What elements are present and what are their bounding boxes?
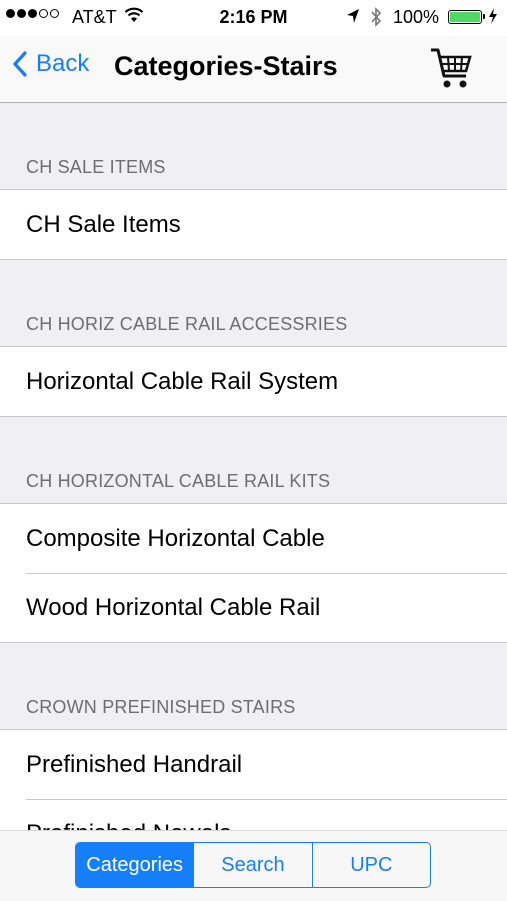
segment-categories[interactable]: Categories bbox=[76, 843, 194, 887]
location-arrow-icon bbox=[346, 8, 360, 29]
list-item[interactable]: Prefinished Handrail bbox=[0, 730, 507, 799]
bottom-toolbar: Categories Search UPC bbox=[0, 830, 507, 901]
list-item[interactable]: Composite Horizontal Cable bbox=[0, 504, 507, 573]
segment-upc[interactable]: UPC bbox=[311, 843, 430, 887]
section-cells: Prefinished Handrail Prefinished Newels bbox=[0, 730, 507, 830]
battery-percent: 100% bbox=[393, 7, 440, 27]
section-header: CH HORIZ CABLE RAIL ACCESSRIES bbox=[0, 260, 507, 347]
section-header: CH HORIZONTAL CABLE RAIL KITS bbox=[0, 417, 507, 504]
list-item[interactable]: CH Sale Items bbox=[0, 190, 507, 259]
list-item[interactable]: Wood Horizontal Cable Rail bbox=[0, 573, 507, 642]
section-cells: Horizontal Cable Rail System bbox=[0, 347, 507, 417]
section-cells: Composite Horizontal Cable Wood Horizont… bbox=[0, 504, 507, 643]
bluetooth-icon bbox=[370, 7, 382, 32]
navigation-bar: Back Categories-Stairs bbox=[0, 36, 507, 103]
charging-bolt-icon bbox=[488, 8, 498, 29]
section-header: CROWN PREFINISHED STAIRS bbox=[0, 643, 507, 730]
back-label: Back bbox=[36, 50, 90, 77]
back-button[interactable]: Back bbox=[12, 50, 89, 78]
category-list: CH SALE ITEMS CH Sale Items CH HORIZ CAB… bbox=[0, 103, 507, 830]
list-item[interactable]: Horizontal Cable Rail System bbox=[0, 347, 507, 416]
battery-icon bbox=[448, 10, 485, 24]
status-bar: AT&T 2:16 PM 100% bbox=[0, 0, 507, 36]
segmented-control: Categories Search UPC bbox=[75, 842, 431, 888]
shopping-cart-icon[interactable] bbox=[428, 44, 474, 97]
chevron-left-icon bbox=[13, 51, 27, 77]
list-item[interactable]: Prefinished Newels bbox=[0, 799, 507, 830]
section-header: CH SALE ITEMS bbox=[0, 103, 507, 190]
section-cells: CH Sale Items bbox=[0, 190, 507, 260]
page-title: Categories-Stairs bbox=[114, 51, 338, 81]
segment-search[interactable]: Search bbox=[193, 843, 311, 887]
